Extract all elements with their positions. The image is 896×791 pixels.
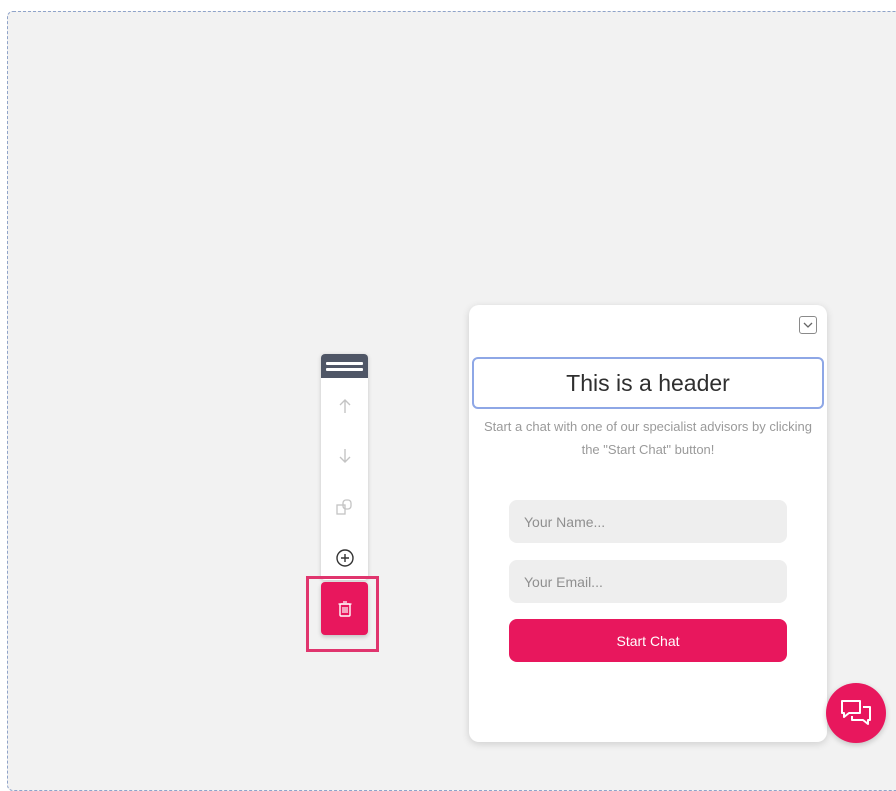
trash-icon	[338, 600, 351, 617]
chevron-down-icon	[803, 322, 813, 328]
chat-bubbles-icon	[841, 700, 871, 725]
arrow-up-icon	[339, 399, 350, 413]
widget-header[interactable]: This is a header	[472, 357, 824, 409]
minimize-button[interactable]	[799, 316, 817, 334]
email-field[interactable]	[509, 560, 787, 603]
widget-intro-text: Start a chat with one of our specialist …	[483, 419, 813, 457]
move-down-button[interactable]	[321, 440, 368, 472]
name-field[interactable]	[509, 500, 787, 543]
add-element-button[interactable]	[321, 542, 368, 574]
chat-widget: This is a header Start a chat with one o…	[469, 305, 827, 742]
chat-launcher-button[interactable]	[826, 683, 886, 743]
duplicate-icon	[335, 499, 352, 515]
drag-handle-icon[interactable]	[321, 354, 368, 378]
move-up-button[interactable]	[321, 390, 368, 422]
element-toolbar	[321, 354, 368, 580]
arrow-down-icon	[339, 449, 350, 463]
duplicate-button[interactable]	[321, 491, 368, 523]
add-circle-icon	[335, 549, 354, 567]
start-chat-button[interactable]: Start Chat	[509, 619, 787, 662]
delete-button[interactable]	[321, 582, 368, 635]
